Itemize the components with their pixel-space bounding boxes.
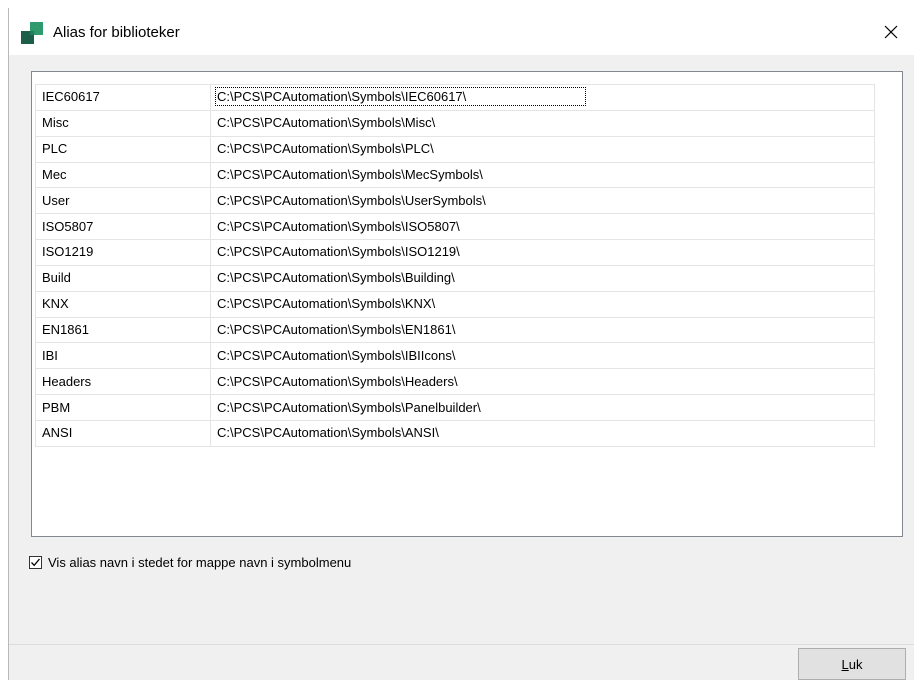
alias-path-cell[interactable]: C:\PCS\PCAutomation\Symbols\Headers\ (210, 368, 875, 396)
alias-path-text: C:\PCS\PCAutomation\Symbols\Panelbuilder… (217, 399, 481, 415)
close-button[interactable]: Luk (798, 648, 906, 680)
alias-name-cell[interactable]: EN1861 (35, 316, 211, 344)
footer-divider (9, 644, 914, 645)
alias-path-cell[interactable]: C:\PCS\PCAutomation\Symbols\IEC60617\ (210, 84, 875, 111)
table-row[interactable]: PLC C:\PCS\PCAutomation\Symbols\PLC\ (35, 135, 875, 163)
alias-name-cell[interactable]: IBI (35, 342, 211, 370)
show-alias-option[interactable]: Vis alias navn i stedet for mappe navn i… (29, 555, 351, 570)
alias-path-text: C:\PCS\PCAutomation\Symbols\MecSymbols\ (217, 166, 483, 182)
alias-list[interactable]: IEC60617 C:\PCS\PCAutomation\Symbols\IEC6… (31, 71, 903, 537)
alias-path-cell[interactable]: C:\PCS\PCAutomation\Symbols\EN1861\ (210, 316, 875, 344)
table-row[interactable]: Misc C:\PCS\PCAutomation\Symbols\Misc\ (35, 109, 875, 137)
alias-name-cell[interactable]: IEC60617 (35, 84, 211, 111)
alias-name-cell[interactable]: User (35, 187, 211, 215)
alias-name-cell[interactable]: Misc (35, 109, 211, 137)
alias-path-text: C:\PCS\PCAutomation\Symbols\Misc\ (217, 115, 436, 131)
alias-path-text: C:\PCS\PCAutomation\Symbols\Building\ (217, 270, 455, 286)
dialog-window: Alias for biblioteker IEC60617 C:\PCS\PCA… (8, 8, 914, 680)
window-title: Alias for biblioteker (53, 24, 180, 41)
alias-name-cell[interactable]: ISO5807 (35, 213, 211, 241)
alias-name-cell[interactable]: ANSI (35, 419, 211, 447)
alias-path-text: C:\PCS\PCAutomation\Symbols\ISO1219\ (217, 244, 460, 260)
alias-path-cell[interactable]: C:\PCS\PCAutomation\Symbols\PLC\ (210, 135, 875, 163)
table-row[interactable]: ISO1219 C:\PCS\PCAutomation\Symbols\ISO12… (35, 239, 875, 266)
alias-path-text: C:\PCS\PCAutomation\Symbols\KNX\ (217, 296, 436, 312)
alias-path-cell[interactable]: C:\PCS\PCAutomation\Symbols\ISO1219\ (210, 239, 875, 266)
table-row[interactable]: Mec C:\PCS\PCAutomation\Symbols\MecSymbol… (35, 161, 875, 189)
close-button-mnemonic: L (841, 656, 849, 672)
alias-name-cell[interactable]: PBM (35, 394, 211, 421)
alias-path-text: C:\PCS\PCAutomation\Symbols\PLC\ (217, 141, 434, 157)
table-row[interactable]: ANSI C:\PCS\PCAutomation\Symbols\ANSI\ (35, 419, 875, 447)
table-row[interactable]: PBM C:\PCS\PCAutomation\Symbols\Panelbuil… (35, 394, 875, 421)
title-bar: Alias for biblioteker (9, 8, 914, 55)
table-row[interactable]: EN1861 C:\PCS\PCAutomation\Symbols\EN1861… (35, 316, 875, 344)
alias-path-cell[interactable]: C:\PCS\PCAutomation\Symbols\Panelbuilder… (210, 394, 875, 421)
close-window-button[interactable] (868, 8, 914, 55)
alias-name-cell[interactable]: Build (35, 264, 211, 292)
alias-path-text: C:\PCS\PCAutomation\Symbols\IEC60617\ (214, 87, 587, 107)
alias-path-cell[interactable]: C:\PCS\PCAutomation\Symbols\MecSymbols\ (210, 161, 875, 189)
alias-path-cell[interactable]: C:\PCS\PCAutomation\Symbols\ANSI\ (210, 419, 875, 447)
alias-path-cell[interactable]: C:\PCS\PCAutomation\Symbols\IBIIcons\ (210, 342, 875, 370)
table-row[interactable]: KNX C:\PCS\PCAutomation\Symbols\KNX\ (35, 290, 875, 318)
table-row[interactable]: Headers C:\PCS\PCAutomation\Symbols\Heade… (35, 368, 875, 396)
app-logo-icon (21, 22, 43, 44)
show-alias-label: Vis alias navn i stedet for mappe navn i… (48, 555, 352, 570)
table-row[interactable]: User C:\PCS\PCAutomation\Symbols\UserSymb… (35, 187, 875, 215)
alias-path-cell[interactable]: C:\PCS\PCAutomation\Symbols\KNX\ (210, 290, 875, 318)
close-icon (884, 25, 898, 38)
table-row[interactable]: ISO5807 C:\PCS\PCAutomation\Symbols\ISO58… (35, 213, 875, 241)
alias-path-text: C:\PCS\PCAutomation\Symbols\ISO5807\ (217, 218, 460, 234)
alias-path-cell[interactable]: C:\PCS\PCAutomation\Symbols\ISO5807\ (210, 213, 875, 241)
alias-name-cell[interactable]: Headers (35, 368, 211, 396)
alias-table: IEC60617 C:\PCS\PCAutomation\Symbols\IEC6… (35, 84, 875, 447)
show-alias-checkbox[interactable] (29, 556, 42, 569)
alias-name-cell[interactable]: ISO1219 (35, 239, 211, 266)
checkmark-icon (31, 558, 40, 567)
close-button-label: uk (848, 656, 863, 672)
alias-path-cell[interactable]: C:\PCS\PCAutomation\Symbols\Building\ (210, 264, 875, 292)
table-row[interactable]: Build C:\PCS\PCAutomation\Symbols\Buildin… (35, 264, 875, 292)
alias-path-text: C:\PCS\PCAutomation\Symbols\ANSI\ (217, 425, 439, 441)
alias-name-cell[interactable]: Mec (35, 161, 211, 189)
alias-path-text: C:\PCS\PCAutomation\Symbols\IBIIcons\ (217, 347, 456, 363)
alias-path-text: C:\PCS\PCAutomation\Symbols\UserSymbols\ (217, 192, 486, 208)
table-row[interactable]: IBI C:\PCS\PCAutomation\Symbols\IBIIcons\ (35, 342, 875, 370)
table-row[interactable]: IEC60617 C:\PCS\PCAutomation\Symbols\IEC6… (35, 84, 875, 111)
alias-name-cell[interactable]: KNX (35, 290, 211, 318)
alias-name-cell[interactable]: PLC (35, 135, 211, 163)
alias-path-cell[interactable]: C:\PCS\PCAutomation\Symbols\Misc\ (210, 109, 875, 137)
alias-path-text: C:\PCS\PCAutomation\Symbols\Headers\ (217, 373, 458, 389)
alias-path-text: C:\PCS\PCAutomation\Symbols\EN1861\ (217, 322, 456, 338)
alias-path-cell[interactable]: C:\PCS\PCAutomation\Symbols\UserSymbols\ (210, 187, 875, 215)
